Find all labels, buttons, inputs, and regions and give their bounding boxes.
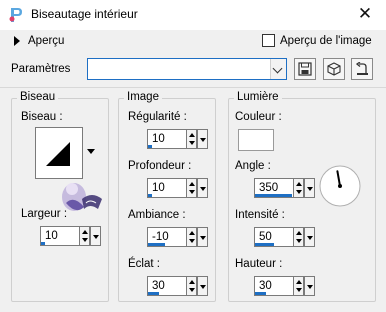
presets-combo[interactable] <box>87 58 287 80</box>
reset-button[interactable] <box>351 58 373 80</box>
elevation-spinner[interactable]: 30 <box>254 276 315 296</box>
window-title: Biseautage intérieur <box>31 7 138 21</box>
intensity-level-bar <box>255 243 274 246</box>
elevation-input[interactable]: 30 <box>254 276 294 296</box>
intensity-spinner[interactable]: 50 <box>254 227 315 247</box>
light-color-swatch[interactable] <box>238 129 274 151</box>
width-slider-dropdown[interactable] <box>90 226 101 246</box>
elevation-value: 30 <box>259 280 272 292</box>
save-icon <box>298 62 312 76</box>
intensity-input[interactable]: 50 <box>254 227 294 247</box>
smoothness-slider-dropdown[interactable] <box>197 129 208 149</box>
ambience-spinner[interactable]: -10 <box>147 227 208 247</box>
smoothness-spinner[interactable]: 10 <box>147 129 208 149</box>
width-spinner[interactable]: 10 <box>40 226 101 246</box>
save-preset-button[interactable] <box>294 58 316 80</box>
bevel-label: Biseau : <box>21 111 63 123</box>
ambience-value: -10 <box>152 231 169 243</box>
smoothness-level-bar <box>148 145 152 148</box>
angle-level-bar <box>255 194 292 197</box>
smoothness-label: Régularité : <box>128 111 187 123</box>
angle-pivot <box>338 184 342 188</box>
bevel-group-title: Biseau <box>17 91 59 103</box>
presets-library-button[interactable] <box>323 58 345 80</box>
angle-spinner[interactable]: 350 <box>254 178 315 198</box>
reset-icon <box>355 62 368 75</box>
app-logo-icon <box>9 8 22 22</box>
presets-label: Paramètres <box>11 63 71 75</box>
bevel-shape-picker[interactable] <box>35 127 95 179</box>
depth-input[interactable]: 10 <box>147 178 187 198</box>
angle-value: 350 <box>259 182 279 194</box>
shininess-stepper[interactable] <box>187 276 197 296</box>
width-input[interactable]: 10 <box>40 226 80 246</box>
intensity-value: 50 <box>259 231 272 243</box>
angle-input[interactable]: 350 <box>254 178 294 198</box>
elevation-level-bar <box>255 292 267 295</box>
bevel-preview <box>35 127 83 179</box>
depth-slider-dropdown[interactable] <box>197 178 208 198</box>
preview-label: Aperçu <box>28 35 65 47</box>
intensity-slider-dropdown[interactable] <box>304 227 315 247</box>
elevation-label: Hauteur : <box>235 258 283 270</box>
smoothness-value: 10 <box>152 133 165 145</box>
title-bar: Biseautage intérieur ✕ <box>0 0 386 30</box>
shininess-input[interactable]: 30 <box>147 276 187 296</box>
width-level-bar <box>41 242 45 245</box>
depth-stepper[interactable] <box>187 178 197 198</box>
close-icon[interactable]: ✕ <box>354 4 376 24</box>
shininess-value: 30 <box>152 280 165 292</box>
bevel-shape-icon <box>46 142 70 166</box>
depth-spinner[interactable]: 10 <box>147 178 208 198</box>
angle-slider-dropdown[interactable] <box>304 178 315 198</box>
depth-value: 10 <box>152 182 165 194</box>
shininess-slider-dropdown[interactable] <box>197 276 208 296</box>
chevron-down-icon[interactable] <box>87 149 95 154</box>
smoothness-input[interactable]: 10 <box>147 129 187 149</box>
shininess-level-bar <box>148 292 160 295</box>
presets-cube-icon <box>327 62 341 76</box>
chevron-down-icon[interactable] <box>270 59 286 79</box>
intensity-label: Intensité : <box>235 209 285 221</box>
angle-stepper[interactable] <box>294 178 304 198</box>
preview-toggle[interactable]: Aperçu <box>14 35 64 47</box>
angle-label: Angle : <box>235 160 271 172</box>
angle-dial[interactable] <box>318 164 362 208</box>
ambience-slider-dropdown[interactable] <box>197 227 208 247</box>
ambience-stepper[interactable] <box>187 227 197 247</box>
width-value: 10 <box>45 230 58 242</box>
ambience-input[interactable]: -10 <box>147 227 187 247</box>
depth-level-bar <box>148 194 152 197</box>
expand-triangle-icon <box>14 36 20 46</box>
smoothness-stepper[interactable] <box>187 129 197 149</box>
image-preview-label: Aperçu de l'image <box>280 34 372 47</box>
divider <box>0 87 386 88</box>
elevation-stepper[interactable] <box>294 276 304 296</box>
image-preview-checkbox[interactable]: Aperçu de l'image <box>262 34 372 47</box>
light-group-title: Lumière <box>234 91 282 103</box>
depth-label: Profondeur : <box>128 160 192 172</box>
color-label: Couleur : <box>235 111 282 123</box>
ambience-label: Ambiance : <box>128 209 186 221</box>
image-group-title: Image <box>124 91 162 103</box>
shininess-spinner[interactable]: 30 <box>147 276 208 296</box>
checkbox-box[interactable] <box>262 34 275 47</box>
width-label: Largeur : <box>21 208 68 220</box>
ambience-level-bar <box>148 243 166 246</box>
width-stepper[interactable] <box>80 226 90 246</box>
shininess-label: Éclat : <box>128 258 160 270</box>
intensity-stepper[interactable] <box>294 227 304 247</box>
elevation-slider-dropdown[interactable] <box>304 276 315 296</box>
